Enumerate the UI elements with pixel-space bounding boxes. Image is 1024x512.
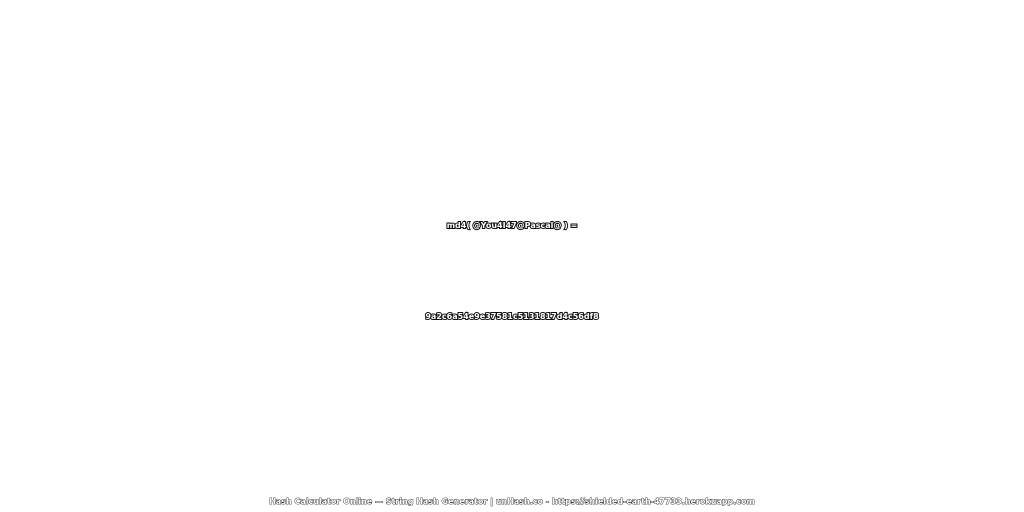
hash-expression: md4( @You4I47@Pascal@ ) = xyxy=(446,220,579,231)
footer-credit: Hash Calculator Online — String Hash Gen… xyxy=(0,494,1024,510)
footer-site-title: Hash Calculator Online — String Hash Gen… xyxy=(269,497,552,507)
footer-site-link[interactable]: https://shielded-earth-47733.herokuapp.c… xyxy=(552,497,756,507)
hash-result: 9a2c6a54e9e37581c5131817d4c56df8 xyxy=(424,311,599,322)
